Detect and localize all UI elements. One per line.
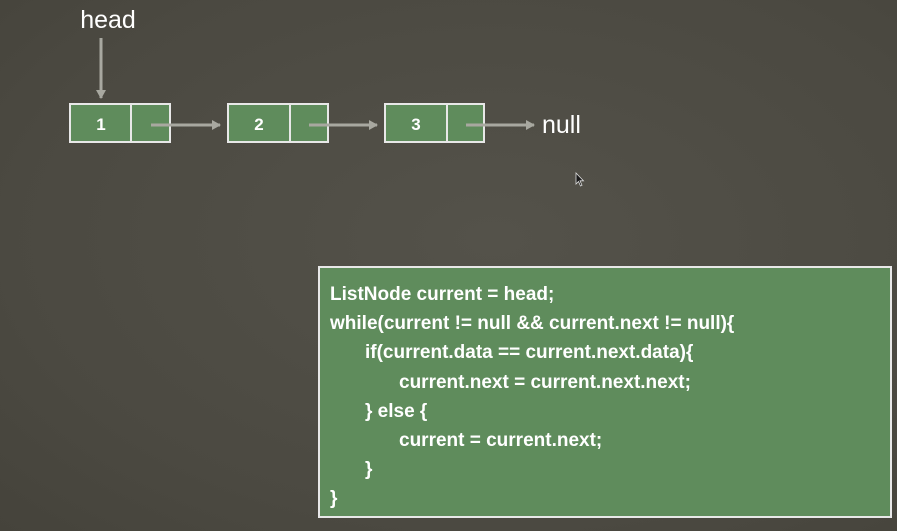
code-snippet-box: ListNode current = head; while(current !…	[318, 266, 892, 518]
node-2-next-cell	[289, 103, 329, 143]
node-1-next-cell	[130, 103, 171, 143]
null-label: null	[542, 111, 581, 139]
code-line-3: if(current.data == current.next.data){	[365, 342, 694, 364]
slide-canvas: head 1 2 3 null ListNode current = head;…	[0, 0, 897, 531]
code-line-2: while(current != null && current.next !=…	[330, 313, 735, 335]
code-line-5: } else {	[365, 400, 428, 422]
code-line-6: current = current.next;	[399, 429, 603, 451]
node-1-value: 1	[96, 115, 105, 134]
node-2-value: 2	[254, 115, 263, 134]
head-label: head	[80, 6, 136, 34]
list-node-1: 1	[69, 103, 171, 143]
code-line-7: }	[365, 459, 373, 481]
mouse-pointer-icon	[575, 172, 585, 187]
node-3-value: 3	[411, 115, 420, 134]
code-line-4: current.next = current.next.next;	[399, 371, 691, 393]
list-node-3: 3	[384, 103, 485, 143]
code-line-1: ListNode current = head;	[330, 284, 555, 305]
code-line-8: }	[330, 488, 338, 510]
node-3-next-cell	[446, 103, 485, 143]
list-node-2: 2	[227, 103, 329, 143]
